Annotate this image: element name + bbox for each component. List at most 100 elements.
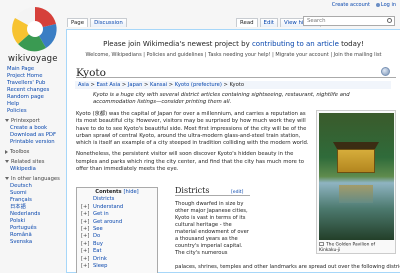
site-notice-suffix: today!	[338, 40, 364, 48]
toc-item[interactable]: [+] Drink	[77, 256, 157, 263]
portlet-related-toggle[interactable]: Related sites	[0, 159, 66, 166]
toc-item-label[interactable]: Buy	[91, 241, 103, 248]
lang-japanese[interactable]: 日本語	[0, 204, 66, 211]
tab-read[interactable]: Read	[236, 18, 258, 27]
globe-icon[interactable]	[381, 67, 390, 76]
expand-triangle-icon	[5, 119, 9, 122]
toc-item-label[interactable]: Get around	[91, 219, 122, 226]
create-account-link[interactable]: Create account	[332, 2, 370, 8]
toc-item-label[interactable]: Eat	[91, 248, 102, 255]
breadcrumb-kansai[interactable]: Kansai	[150, 82, 167, 88]
sidebar-item-help[interactable]: Help	[0, 101, 66, 108]
golden-pavilion-image[interactable]	[319, 113, 394, 240]
toc-item-label[interactable]: Get in	[91, 211, 109, 218]
lang-svenska[interactable]: Svenska	[0, 239, 66, 246]
toc-title: Contents [hide]	[77, 188, 157, 196]
toc-item-label[interactable]: Understand	[91, 204, 123, 211]
portlet-languages-toggle[interactable]: In other languages	[0, 176, 66, 183]
site-notice-link[interactable]: contributing to an article	[252, 40, 339, 48]
sidebar-navigation: Main Page Project Home Travellers' Pub R…	[0, 66, 66, 115]
sidebar-item-create-book[interactable]: Create a book	[0, 125, 66, 132]
sidebar-item-policies[interactable]: Policies	[0, 108, 66, 115]
sidebar: Main Page Project Home Travellers' Pub R…	[0, 66, 66, 246]
login-link[interactable]: Log in	[381, 2, 396, 8]
toc-item[interactable]: [+] Sleep	[77, 263, 157, 270]
breadcrumb-east-asia[interactable]: East Asia	[97, 82, 121, 88]
search-input[interactable]: Search	[303, 16, 395, 26]
toc-item-label[interactable]: Do	[91, 233, 100, 240]
expand-triangle-icon	[5, 160, 9, 163]
toc-item[interactable]: [+] See	[77, 226, 157, 233]
sidebar-item-project-home[interactable]: Project Home	[0, 73, 66, 80]
tab-discussion[interactable]: Discussion	[90, 18, 127, 27]
breadcrumb: Asia > East Asia > Japan > Kansai > Kyot…	[75, 81, 391, 89]
notice-links-line[interactable]: Welcome, Wikipedians | Policies and guid…	[67, 52, 400, 58]
lang-francais[interactable]: Français	[0, 197, 66, 204]
breadcrumb-asia[interactable]: Asia	[78, 82, 89, 88]
portlet-related-title: Related sites	[11, 159, 45, 165]
site-notice: Please join Wikimedia's newest project b…	[67, 40, 400, 48]
toc-item[interactable]: [+] Get around	[77, 219, 157, 226]
logo-wordmark: wikivoyage	[8, 54, 58, 64]
portlet-printexport-title: Printexport	[11, 118, 40, 124]
tab-edit[interactable]: Edit	[259, 18, 278, 27]
article-body: Kyoto (京都) was the capital of Japan for …	[76, 111, 312, 177]
toc-toggle[interactable]: [+]	[81, 226, 91, 233]
toc-item-label[interactable]: Sleep	[91, 263, 107, 270]
site-logo[interactable]: wikivoyage	[6, 4, 64, 66]
toc-toggle[interactable]: [+]	[81, 241, 91, 248]
login-area: Log in	[375, 2, 396, 8]
toc-item[interactable]: Districts	[77, 196, 157, 203]
lang-portugues[interactable]: Português	[0, 225, 66, 232]
toc-item[interactable]: [+] Do	[77, 233, 157, 240]
lang-romana[interactable]: Română	[0, 232, 66, 239]
toc-item[interactable]: [+] Get in	[77, 211, 157, 218]
toc-item[interactable]: [+] Understand	[77, 204, 157, 211]
toc-toggle[interactable]: [+]	[81, 263, 91, 270]
sidebar-item-travellers-pub[interactable]: Travellers' Pub	[0, 80, 66, 87]
sidebar-item-recent-changes[interactable]: Recent changes	[0, 87, 66, 94]
toc-item[interactable]: [+] Buy	[77, 241, 157, 248]
breadcrumb-current: Kyoto	[229, 82, 245, 88]
portlet-toolbox-toggle[interactable]: Toolbox	[0, 149, 66, 156]
toc-item-label[interactable]: Drink	[91, 256, 107, 263]
portlet-printexport-toggle[interactable]: Printexport	[0, 118, 66, 125]
breadcrumb-kyoto-prefecture[interactable]: Kyoto (prefecture)	[175, 82, 222, 88]
pond-reflection-shape	[339, 185, 373, 203]
toc-item[interactable]: [+] Eat	[77, 248, 157, 255]
sidebar-item-download-pdf[interactable]: Download as PDF	[0, 132, 66, 139]
lang-suomi[interactable]: Suomi	[0, 190, 66, 197]
toc-toggle[interactable]: [+]	[81, 211, 91, 218]
toc-toggle[interactable]: [+]	[81, 233, 91, 240]
sidebar-item-main-page[interactable]: Main Page	[0, 66, 66, 73]
search-icon[interactable]	[387, 18, 392, 23]
lang-polski[interactable]: Polski	[0, 218, 66, 225]
breadcrumb-japan[interactable]: Japan	[128, 82, 142, 88]
districts-edit-link[interactable]: [edit]	[231, 190, 243, 195]
sidebar-item-random-page[interactable]: Random page	[0, 94, 66, 101]
site-notice-prefix: Please join Wikimedia's newest project b…	[103, 40, 252, 48]
districts-continuation: palaces, shrines, temples and other land…	[175, 264, 400, 270]
thumb-caption-text: The Golden Pavilion of Kinkaku-ji	[319, 242, 376, 253]
districts-paragraph: Though dwarfed in size by other major Ja…	[175, 201, 249, 256]
namespace-tabs: Page Discussion	[67, 18, 127, 27]
lead-notice: Kyoto is a huge city with several distri…	[93, 92, 350, 105]
toc-item-label[interactable]: Districts	[91, 196, 114, 203]
lang-nederlands[interactable]: Nederlands	[0, 211, 66, 218]
portlet-toolbox-title: Toolbox	[10, 149, 30, 155]
sidebar-item-printable-version[interactable]: Printable version	[0, 139, 66, 146]
heading-row: Kyoto	[76, 67, 396, 79]
toc-toggle[interactable]: [+]	[81, 219, 91, 226]
magnify-icon[interactable]	[319, 242, 324, 246]
toc-toggle[interactable]	[81, 196, 91, 203]
expand-triangle-icon	[5, 177, 9, 180]
toc-toggle[interactable]: [+]	[81, 248, 91, 255]
sidebar-item-wikipedia[interactable]: Wikipedia	[0, 166, 66, 173]
user-icon	[375, 2, 380, 7]
toc-toggle[interactable]: [+]	[81, 204, 91, 211]
toc-hide-link[interactable]: [hide]	[123, 189, 138, 195]
toc-toggle[interactable]: [+]	[81, 256, 91, 263]
toc-item-label[interactable]: See	[91, 226, 103, 233]
lang-deutsch[interactable]: Deutsch	[0, 183, 66, 190]
tab-page[interactable]: Page	[67, 18, 89, 27]
